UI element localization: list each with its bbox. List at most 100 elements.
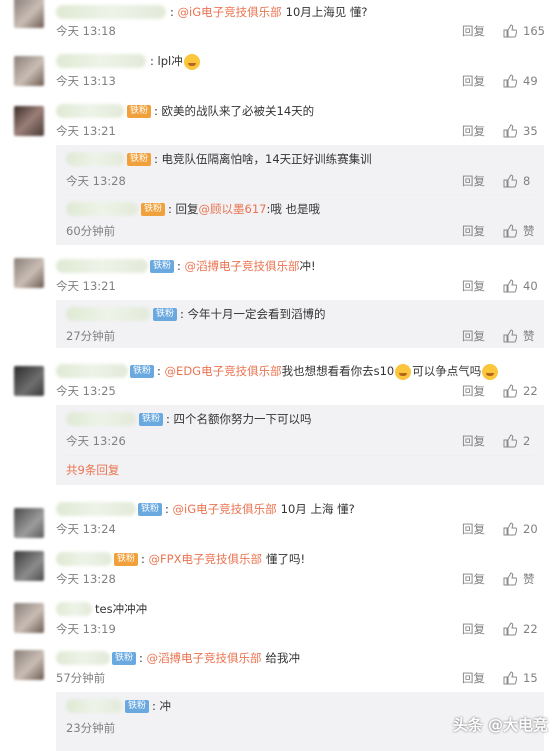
comment-text: : lpl冲 — [150, 52, 201, 70]
comment-time: 今天 13:28 — [56, 572, 116, 586]
thumb-up-icon — [503, 434, 517, 448]
thumb-up-icon — [503, 74, 517, 88]
reply-button[interactable]: 回复 — [462, 669, 485, 687]
like-button[interactable]: 15 — [503, 669, 538, 687]
username-blurred[interactable] — [56, 54, 146, 68]
comment-text: : @iG电子竞技俱乐部 10月上海见 懂? — [170, 5, 368, 19]
reply-time: 60分钟前 — [66, 224, 116, 238]
username-blurred[interactable] — [66, 412, 136, 426]
avatar[interactable] — [14, 366, 44, 396]
sad-emoji-icon — [395, 363, 412, 380]
thumb-up-icon — [503, 329, 517, 343]
username-blurred[interactable] — [56, 5, 166, 19]
mention-link[interactable]: @iG电子竞技俱乐部 — [178, 5, 282, 19]
thumb-up-icon — [503, 384, 517, 398]
cry-emoji-icon — [482, 363, 499, 380]
fan-badge: 铁粉 — [141, 203, 166, 216]
mention-link[interactable]: @滔搏电子竞技俱乐部 — [147, 651, 262, 665]
reply-button[interactable]: 回复 — [462, 570, 485, 588]
reply-text: 铁粉: 电竞队伍隔离怕啥，14天正好训练赛集训 — [127, 150, 372, 168]
like-button[interactable]: 20 — [503, 520, 538, 538]
avatar[interactable] — [14, 0, 44, 28]
comment-time: 今天 13:19 — [56, 622, 116, 636]
mention-link[interactable]: @FPX电子竞技俱乐部 — [149, 552, 262, 566]
mention-link[interactable]: @iG电子竞技俱乐部 — [173, 502, 277, 516]
like-button[interactable]: 40 — [503, 277, 538, 295]
divider — [66, 194, 534, 195]
reply-button[interactable]: 回复 — [462, 172, 485, 190]
comment-time: 今天 13:13 — [56, 74, 116, 88]
like-button[interactable]: 22 — [503, 382, 538, 400]
reply-thread: 铁粉: 四个名额你努力一下可以吗 今天 13:26 回复 2 共9条回复 — [56, 405, 544, 485]
comment-time: 今天 13:24 — [56, 522, 116, 536]
fan-badge: 铁粉 — [138, 503, 163, 516]
thumb-up-icon — [503, 174, 517, 188]
reply-button[interactable]: 回复 — [462, 520, 485, 538]
username-blurred[interactable] — [56, 259, 148, 273]
username-blurred[interactable] — [56, 602, 92, 616]
avatar[interactable] — [14, 603, 44, 633]
comment-text: 铁粉: @滔搏电子竞技俱乐部 给我冲 — [112, 649, 300, 667]
username-blurred[interactable] — [66, 699, 122, 713]
comment-time: 今天 13:21 — [56, 124, 116, 138]
like-button[interactable]: 49 — [503, 72, 538, 90]
fan-badge: 铁粉 — [127, 105, 152, 118]
avatar[interactable] — [14, 258, 44, 288]
thumb-up-icon — [503, 622, 517, 636]
username-blurred[interactable] — [56, 552, 112, 566]
mention-link[interactable]: @滔搏电子竞技俱乐部 — [185, 259, 300, 273]
like-button[interactable]: 2 — [503, 432, 530, 450]
avatar[interactable] — [14, 650, 44, 680]
mention-link[interactable]: @EDG电子竞技俱乐部 — [165, 364, 282, 378]
reply-time: 23分钟前 — [66, 721, 116, 735]
reply-button[interactable]: 回复 — [462, 22, 485, 40]
reply-button[interactable]: 回复 — [462, 122, 485, 140]
reply-button[interactable]: 回复 — [462, 432, 485, 450]
avatar[interactable] — [14, 551, 44, 581]
fan-badge: 铁粉 — [150, 260, 175, 273]
like-button[interactable]: 赞 — [503, 327, 535, 345]
comment-text: 铁粉: 欧美的战队来了必被关14天的 — [127, 102, 314, 120]
comment-text: 铁粉: @iG电子竞技俱乐部 10月 上海 懂? — [138, 500, 355, 518]
like-button[interactable]: 8 — [503, 172, 530, 190]
username-blurred[interactable] — [56, 104, 124, 118]
thumb-up-icon — [503, 522, 517, 536]
avatar[interactable] — [14, 56, 44, 86]
fan-badge: 铁粉 — [125, 700, 150, 713]
like-button[interactable]: 赞 — [503, 570, 535, 588]
fan-badge: 铁粉 — [139, 413, 164, 426]
reply-text: 铁粉: 今年十月一定会看到滔博的 — [153, 305, 326, 323]
reply-button[interactable]: 回复 — [462, 382, 485, 400]
laugh-emoji-icon — [183, 53, 200, 70]
username-blurred[interactable] — [66, 152, 124, 166]
reply-button[interactable]: 回复 — [462, 72, 485, 90]
reply-button[interactable]: 回复 — [462, 327, 485, 345]
reply-time: 今天 13:26 — [66, 434, 126, 448]
avatar[interactable] — [14, 106, 44, 136]
thumb-up-icon — [503, 671, 517, 685]
comment-text: 铁粉: @滔搏电子竞技俱乐部冲! — [150, 257, 316, 275]
like-button[interactable]: 赞 — [503, 222, 535, 240]
username-blurred[interactable] — [56, 502, 136, 516]
fan-badge: 铁粉 — [153, 308, 178, 321]
username-blurred[interactable] — [66, 202, 138, 216]
avatar[interactable] — [14, 508, 44, 538]
thumb-up-icon — [503, 124, 517, 138]
watermark: 头条 @大电竞 — [452, 716, 548, 734]
like-button[interactable]: 35 — [503, 122, 538, 140]
reply-text: 铁粉: 冲 — [125, 697, 171, 715]
reply-time: 27分钟前 — [66, 329, 116, 343]
reply-button[interactable]: 回复 — [462, 277, 485, 295]
username-blurred[interactable] — [56, 651, 110, 665]
username-blurred[interactable] — [66, 307, 150, 321]
comment-text: tes冲冲冲 — [95, 602, 148, 616]
reply-button[interactable]: 回复 — [462, 620, 485, 638]
comment-text: 铁粉: @FPX电子竞技俱乐部 懂了吗! — [114, 550, 305, 568]
mention-link[interactable]: @顾以墨617 — [199, 202, 267, 216]
like-button[interactable]: 165 — [503, 22, 545, 40]
thumb-up-icon — [503, 279, 517, 293]
username-blurred[interactable] — [56, 364, 128, 378]
view-more-replies-link[interactable]: 共9条回复 — [66, 461, 119, 479]
like-button[interactable]: 22 — [503, 620, 538, 638]
reply-button[interactable]: 回复 — [462, 222, 485, 240]
